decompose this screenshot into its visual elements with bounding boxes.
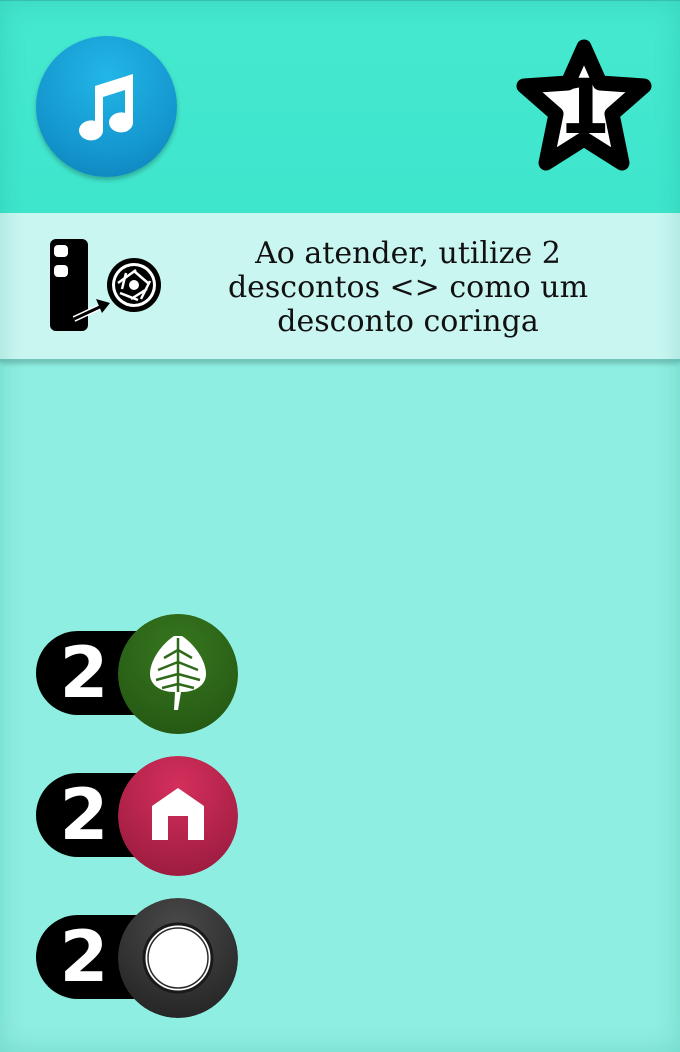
leaf-icon bbox=[118, 614, 238, 734]
discount-circle bbox=[118, 756, 238, 876]
level-badge: 1 bbox=[514, 39, 654, 175]
discount-value: 2 bbox=[59, 774, 109, 856]
house-icon bbox=[118, 756, 238, 876]
discount-circle-type: 2 bbox=[36, 898, 238, 1018]
discount-leaf: 2 bbox=[36, 614, 238, 734]
discount-house: 2 bbox=[36, 756, 238, 876]
game-card: 1 Ao atender, utilize 2 descontos <> com… bbox=[0, 0, 680, 1052]
level-number: 1 bbox=[557, 62, 611, 151]
ability-panel: Ao atender, utilize 2 descontos <> como … bbox=[0, 213, 680, 361]
card-header: 1 bbox=[0, 0, 680, 214]
music-button[interactable] bbox=[36, 36, 177, 177]
discount-circle bbox=[118, 614, 238, 734]
ability-line-3: desconto coringa bbox=[277, 304, 539, 339]
music-note-icon bbox=[79, 74, 134, 141]
ability-description: Ao atender, utilize 2 descontos <> como … bbox=[200, 237, 616, 339]
discount-value: 2 bbox=[59, 632, 109, 714]
ability-line-1: Ao atender, utilize 2 bbox=[255, 236, 561, 271]
discount-circle bbox=[118, 898, 238, 1018]
ability-line-2: descontos <> como um bbox=[227, 270, 589, 305]
circle-icon bbox=[118, 898, 238, 1018]
discount-value: 2 bbox=[59, 916, 109, 998]
phone-to-aperture-icon bbox=[50, 239, 161, 331]
